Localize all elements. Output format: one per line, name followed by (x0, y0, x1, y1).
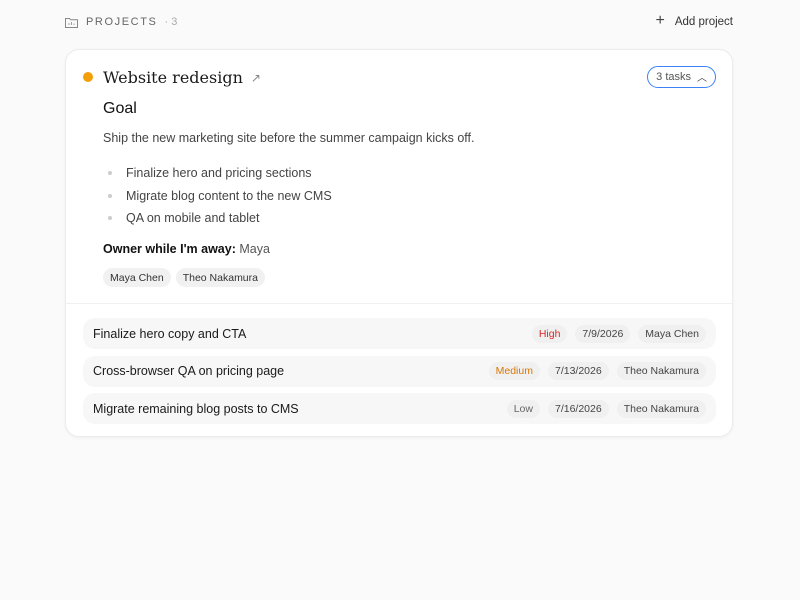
task-list: Finalize hero copy and CTA High 7/9/2026… (83, 318, 716, 431)
goal-item-text: Migrate blog content to the new CMS (126, 188, 332, 203)
due-date-badge[interactable]: 7/9/2026 (575, 324, 631, 343)
project-title-link[interactable]: Website redesign ↗ (103, 68, 261, 87)
due-date-badge[interactable]: 7/13/2026 (547, 362, 609, 380)
task-meta: High 7/9/2026 Maya Chen (531, 324, 706, 343)
goal-item: Migrate blog content to the new CMS (108, 185, 332, 208)
status-dot (83, 72, 93, 82)
bullet-icon (108, 193, 112, 198)
task-title: Migrate remaining blog posts to CMS (93, 401, 299, 416)
divider (66, 303, 732, 304)
assignee-badge[interactable]: Maya Chen (638, 324, 706, 343)
chevron-up-icon: ︿ (697, 72, 707, 84)
assignee-badge[interactable]: Theo Nakamura (616, 362, 706, 380)
assignee-badge[interactable]: Theo Nakamura (616, 399, 706, 418)
projects-label: PROJECTS (86, 16, 158, 28)
priority-badge[interactable]: Medium (488, 362, 540, 380)
folder-icon (65, 17, 78, 28)
projects-count: · 3 (164, 16, 178, 28)
project-card: Website redesign ↗ 3 tasks ︿ Goal Ship t… (65, 49, 733, 437)
bullet-icon (108, 171, 112, 176)
tasks-toggle-label: 3 tasks (656, 71, 691, 83)
goal-item: Finalize hero and pricing sections (108, 162, 332, 185)
goal-item-text: QA on mobile and tablet (126, 211, 260, 226)
task-meta: Medium 7/13/2026 Theo Nakamura (488, 362, 706, 380)
task-title: Cross-browser QA on pricing page (93, 364, 285, 378)
goal-item-text: Finalize hero and pricing sections (126, 166, 312, 181)
goal-heading: Goal (103, 100, 137, 117)
task-row[interactable]: Migrate remaining blog posts to CMS Low … (83, 393, 716, 424)
plus-icon: + (655, 12, 665, 29)
owner-line: Owner while I'm away: Maya (103, 242, 270, 256)
member-chip[interactable]: Maya Chen (103, 268, 171, 287)
goal-description: Ship the new marketing site before the s… (103, 131, 475, 145)
task-title: Finalize hero copy and CTA (93, 326, 247, 341)
projects-heading: PROJECTS · 3 (65, 16, 177, 28)
task-row[interactable]: Finalize hero copy and CTA High 7/9/2026… (83, 318, 716, 349)
add-project-button[interactable]: + Add project (655, 12, 733, 29)
project-title: Website redesign (103, 68, 243, 87)
tasks-toggle-button[interactable]: 3 tasks ︿ (647, 66, 716, 88)
add-project-label: Add project (674, 16, 733, 28)
external-link-icon[interactable]: ↗ (251, 71, 261, 85)
priority-badge[interactable]: High (531, 324, 568, 343)
bullet-icon (108, 216, 112, 221)
task-row[interactable]: Cross-browser QA on pricing page Medium … (83, 355, 716, 387)
member-chips: Maya Chen Theo Nakamura (103, 268, 265, 287)
goal-list: Finalize hero and pricing sections Migra… (108, 162, 332, 230)
due-date-badge[interactable]: 7/16/2026 (547, 399, 609, 418)
member-chip[interactable]: Theo Nakamura (175, 268, 265, 287)
owner-name: Maya (239, 242, 270, 256)
task-meta: Low 7/16/2026 Theo Nakamura (506, 399, 706, 418)
goal-item: QA on mobile and tablet (108, 207, 332, 230)
owner-label: Owner while I'm away: (103, 242, 236, 256)
priority-badge[interactable]: Low (506, 399, 540, 418)
projects-header: PROJECTS · 3 + Add project (65, 12, 733, 32)
